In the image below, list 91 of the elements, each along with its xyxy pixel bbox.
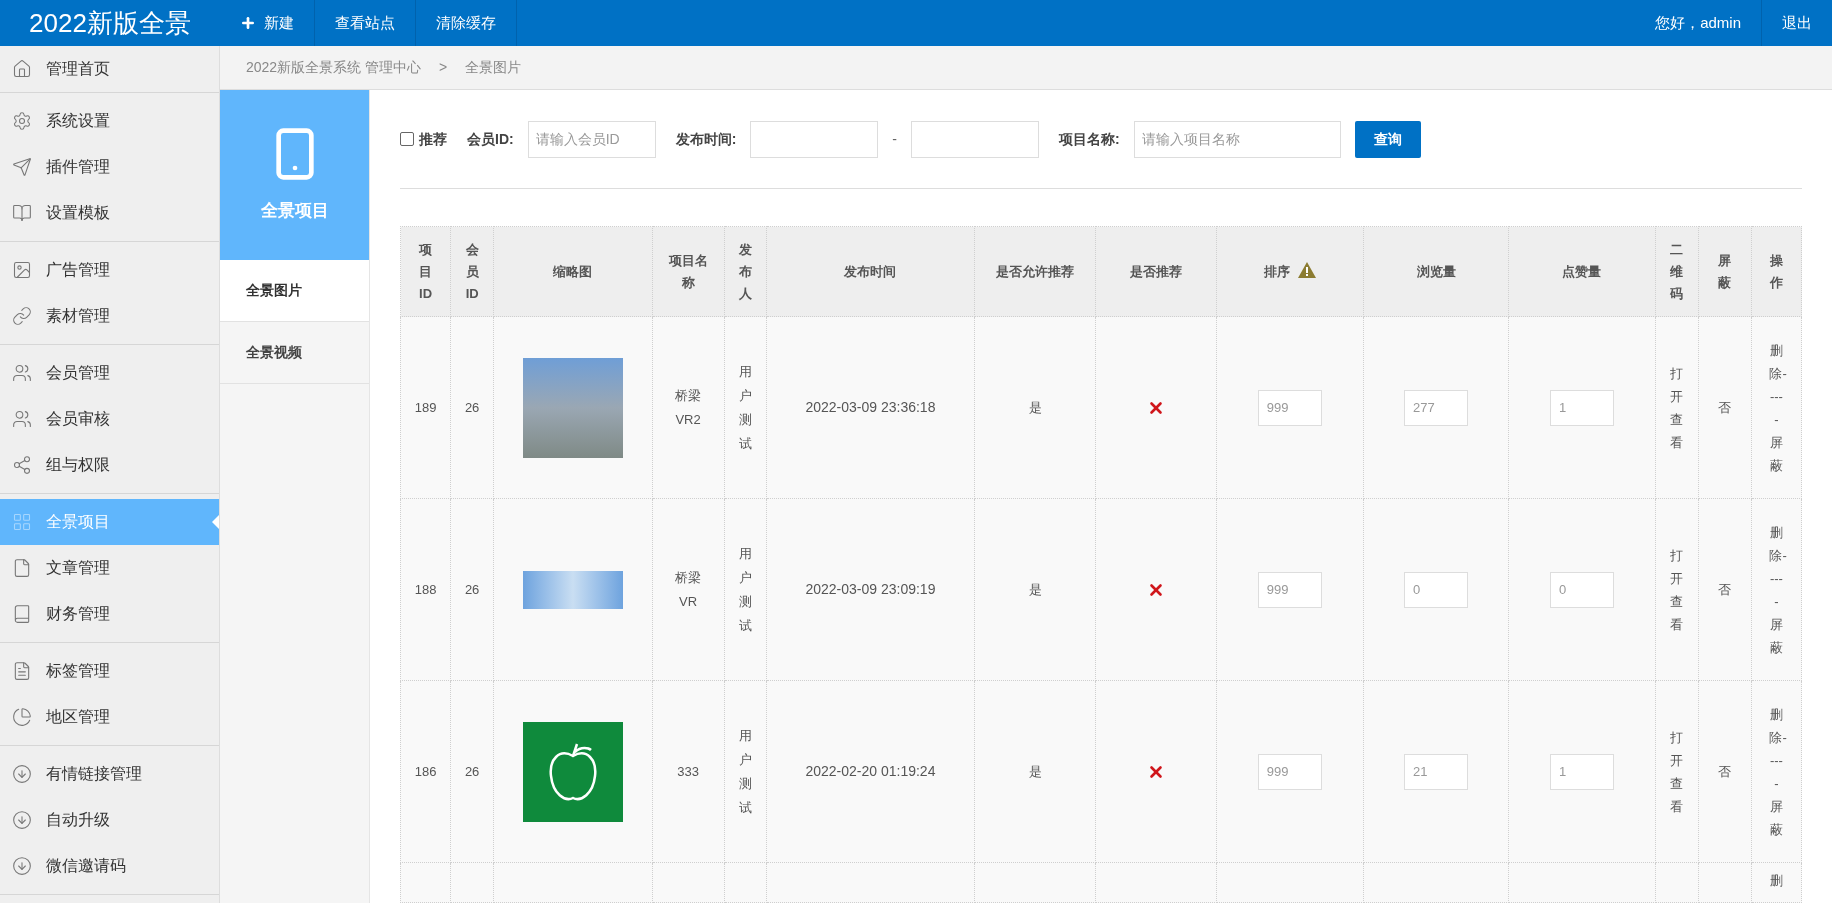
project-name-field[interactable]: 请输入项目名称	[1133, 120, 1341, 158]
column-header: 屏蔽	[1698, 226, 1752, 317]
table-cell: 用户测试	[738, 727, 752, 815]
column-header: 项目ID	[400, 226, 451, 317]
breadcrumb-separator: >	[439, 58, 448, 77]
qr-link[interactable]: 打开查看	[1669, 725, 1684, 818]
sidebar-item[interactable]: 组与权限	[0, 442, 219, 488]
sidebar-item[interactable]: 自动升级	[0, 797, 219, 843]
sidebar-item[interactable]: 设置模板	[0, 190, 219, 236]
action-link[interactable]: 删	[1769, 873, 1783, 888]
sidebar-item[interactable]: 插件管理	[0, 144, 219, 190]
table-cell: 是	[1028, 581, 1042, 597]
download-icon	[12, 764, 32, 784]
plus-icon	[240, 15, 256, 31]
column-header: 排序	[1216, 226, 1364, 317]
file-icon	[12, 558, 32, 578]
sidebar-item[interactable]: 会员审核	[0, 396, 219, 442]
table-cell: 188	[414, 581, 437, 597]
sidebar-item[interactable]: 系统设置	[0, 98, 219, 144]
table-cell: 桥梁VR2	[675, 387, 702, 427]
home-icon	[12, 59, 32, 79]
sidebar-item[interactable]: 微信邀请码	[0, 843, 219, 889]
pie-chart-icon	[12, 707, 32, 727]
download-icon	[12, 856, 32, 876]
sidebar-item[interactable]: 文章管理	[0, 545, 219, 591]
table-cell: 26	[464, 763, 480, 779]
range-separator: -	[892, 129, 897, 149]
column-header: 操作	[1751, 226, 1802, 317]
sidebar-item[interactable]: 财务管理	[0, 591, 219, 637]
sidebar-item[interactable]: 素材管理	[0, 293, 219, 339]
link-icon	[12, 306, 32, 326]
table-cell: 否	[1718, 399, 1732, 415]
sidebar-item[interactable]: 地区管理	[0, 694, 219, 740]
search-button[interactable]: 查询	[1354, 120, 1421, 158]
book-icon	[12, 203, 32, 223]
column-header: 缩略图	[493, 226, 652, 317]
logo-text: 2022新版全景	[28, 6, 192, 40]
users-icon	[12, 409, 32, 429]
image-icon	[12, 260, 32, 280]
send-icon	[12, 157, 32, 177]
sidebar-item[interactable]: 有情链接管理	[0, 751, 219, 797]
table-cell: 2022-02-20 01:19:24	[805, 763, 936, 779]
warning-icon	[1297, 261, 1316, 278]
checkbox-label: 推荐	[419, 129, 447, 149]
table-cell: 333	[677, 763, 699, 779]
document-icon	[12, 661, 32, 681]
table-cell: 26	[464, 581, 480, 597]
qr-link[interactable]: 打开查看	[1669, 361, 1684, 454]
column-header: 二维码	[1655, 226, 1699, 317]
field-label: 发布时间:	[675, 129, 737, 149]
sidebar-item[interactable]: 广告管理	[0, 247, 219, 293]
sidebar-item[interactable]: 会员管理	[0, 350, 219, 396]
end-date-field[interactable]	[911, 120, 1039, 158]
logout-button[interactable]: 退出	[1762, 0, 1832, 46]
grid-icon	[12, 512, 32, 532]
table-cell: 2022-03-09 23:09:19	[805, 581, 936, 597]
field-label: 项目名称:	[1059, 129, 1120, 149]
table-cell: 否	[1718, 763, 1732, 779]
column-header: 发布时间	[766, 226, 975, 317]
users-icon	[12, 363, 32, 383]
table-cell: 26	[464, 399, 480, 415]
table-cell: 186	[414, 763, 437, 779]
book-icon	[12, 604, 32, 624]
settings-icon	[12, 111, 32, 131]
column-header: 是否推荐	[1095, 226, 1217, 317]
field-label: 会员ID:	[467, 129, 514, 149]
column-header: 会员ID	[450, 226, 494, 317]
column-header: 点赞量	[1508, 226, 1656, 317]
column-header: 发布人	[724, 226, 767, 317]
breadcrumb-current: 全景图片	[465, 58, 522, 77]
table-cell: 否	[1718, 581, 1732, 597]
table-cell: 189	[414, 399, 437, 415]
table-cell: 2022-03-09 23:36:18	[805, 399, 936, 415]
qr-link[interactable]: 打开查看	[1669, 543, 1684, 636]
checkbox[interactable]	[400, 132, 414, 146]
column-header: 是否允许推荐	[974, 226, 1096, 317]
start-date-field[interactable]	[750, 120, 879, 158]
section-title: 全景项目	[260, 200, 329, 223]
column-header: 浏览量	[1363, 226, 1509, 317]
column-header: 项目名称	[652, 226, 725, 317]
table-cell: 用户测试	[738, 363, 752, 451]
sidebar-item[interactable]: 管理首页	[0, 46, 219, 92]
table-cell: 是	[1028, 399, 1042, 415]
subnav-tab[interactable]: 全景图片	[220, 260, 369, 322]
member-id-field[interactable]: 请输入会员ID	[527, 120, 656, 158]
download-icon	[12, 810, 32, 830]
table-cell: 是	[1028, 763, 1042, 779]
share-icon	[12, 455, 32, 475]
table-cell: 桥梁VR	[675, 569, 702, 609]
table-cell: 用户测试	[738, 545, 752, 633]
sidebar-item[interactable]: 标签管理	[0, 648, 219, 694]
